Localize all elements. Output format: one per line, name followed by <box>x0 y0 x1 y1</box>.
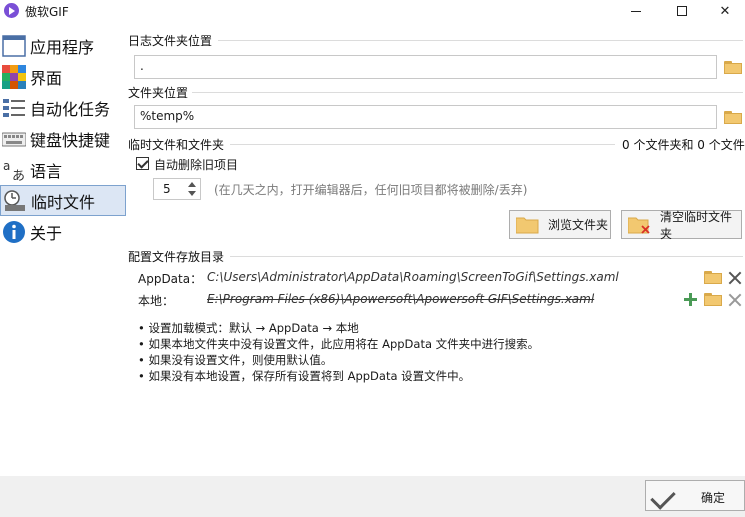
folder-icon[interactable] <box>724 111 742 124</box>
ok-label: 确定 <box>701 491 726 505</box>
maximize-button[interactable] <box>662 0 702 22</box>
ok-button[interactable]: 确定 <box>645 480 745 511</box>
sidebar-item-application[interactable]: 应用程序 <box>0 30 126 61</box>
local-label: 本地： <box>138 294 175 308</box>
list-icon <box>3 98 25 117</box>
folder-icon[interactable] <box>704 293 722 306</box>
sidebar-item-label: 键盘快捷键 <box>30 130 111 150</box>
browse-folder-button[interactable]: 浏览文件夹 <box>509 210 611 239</box>
sidebar-item-label: 临时文件 <box>31 192 96 212</box>
svg-text:あ: あ <box>12 169 25 182</box>
info-icon <box>3 220 25 243</box>
window-icon <box>2 34 26 57</box>
appdata-path: C:\Users\Administrator\AppData\Roaming\S… <box>207 270 619 284</box>
note-item: • 设置加载模式：默认 → AppData → 本地 <box>138 321 359 335</box>
clear-temp-label: 清空临时文件夹 <box>660 209 733 241</box>
local-path: E:\Program Files (x86)\Apowersoft\Apower… <box>207 292 595 306</box>
folder-section-title: 文件夹位置 <box>128 86 189 100</box>
check-icon <box>650 484 676 510</box>
minimize-icon <box>631 10 641 12</box>
auto-delete-checkbox[interactable] <box>136 157 149 170</box>
title-bar: 傲软GIF ✕ <box>0 0 745 22</box>
remove-icon[interactable] <box>728 271 742 285</box>
config-section-title: 配置文件存放目录 <box>128 250 225 264</box>
logs-section-title: 日志文件夹位置 <box>128 34 213 48</box>
folder-icon[interactable] <box>724 61 742 74</box>
note-item: • 如果没有本地设置，保存所有设置将到 AppData 设置文件中。 <box>138 369 471 383</box>
stepper-arrows[interactable] <box>188 181 196 197</box>
minimize-button[interactable] <box>616 0 656 22</box>
temp-file-icon <box>4 189 25 211</box>
footer-bar <box>0 476 745 517</box>
temp-count-text: 0 个文件夹和 0 个文件 <box>622 138 745 152</box>
sidebar-item-label: 语言 <box>30 161 63 181</box>
language-icon: a あ <box>3 159 25 182</box>
remove-icon[interactable] <box>728 293 742 307</box>
play-icon <box>4 3 19 18</box>
window-title: 傲软GIF <box>25 5 69 19</box>
divider <box>230 144 615 145</box>
sidebar-item-label: 关于 <box>30 223 63 243</box>
sidebar-item-automated-tasks[interactable]: 自动化任务 <box>0 92 126 123</box>
folder-delete-icon <box>628 217 650 234</box>
arrow-up-icon[interactable] <box>188 182 196 187</box>
divider <box>230 256 743 257</box>
folder-icon[interactable] <box>704 271 722 284</box>
temp-section-title: 临时文件和文件夹 <box>128 138 225 152</box>
arrow-down-icon[interactable] <box>188 191 196 196</box>
divider <box>192 92 743 93</box>
sidebar-item-label: 界面 <box>30 68 63 88</box>
close-icon: ✕ <box>719 3 731 19</box>
browse-folder-label: 浏览文件夹 <box>548 218 609 232</box>
close-button[interactable]: ✕ <box>705 0 745 22</box>
clear-temp-button[interactable]: 清空临时文件夹 <box>621 209 742 241</box>
sidebar-item-temp-files[interactable]: 临时文件 <box>0 185 126 216</box>
add-icon[interactable] <box>684 293 697 306</box>
sidebar-item-label: 自动化任务 <box>30 99 111 119</box>
config-notes: • 设置加载模式：默认 → AppData → 本地 • 如果本地文件夹中没有设… <box>138 320 539 384</box>
appdata-label: AppData： <box>138 272 203 286</box>
note-item: • 如果没有设置文件，则使用默认值。 <box>138 353 333 367</box>
sidebar-item-about[interactable]: 关于 <box>0 216 126 247</box>
temp-folder-input[interactable]: %temp% <box>134 105 717 129</box>
note-item: • 如果本地文件夹中没有设置文件，此应用将在 AppData 文件夹中进行搜索。 <box>138 337 540 351</box>
logs-folder-input[interactable]: . <box>134 55 717 79</box>
days-hint: (在几天之内，打开编辑器后，任何旧项目都将被删除/丢弃) <box>214 183 528 197</box>
days-stepper[interactable]: 5 <box>153 178 201 200</box>
sidebar-item-label: 应用程序 <box>30 37 95 57</box>
sidebar-item-shortcuts[interactable]: 键盘快捷键 <box>0 123 126 154</box>
sidebar-item-interface[interactable]: 界面 <box>0 61 126 92</box>
days-value: 5 <box>163 182 171 196</box>
palette-grid-icon <box>2 64 26 89</box>
divider <box>218 40 743 41</box>
folder-open-icon <box>516 217 539 233</box>
sidebar-item-language[interactable]: a あ 语言 <box>0 154 126 185</box>
maximize-icon <box>677 6 687 16</box>
keyboard-icon <box>2 132 26 146</box>
sidebar: 应用程序 界面 自动化任务 键盘快捷键 a あ 语言 临时文件 关于 <box>0 30 126 247</box>
svg-text:a: a <box>3 159 10 173</box>
auto-delete-label: 自动删除旧项目 <box>154 158 239 172</box>
